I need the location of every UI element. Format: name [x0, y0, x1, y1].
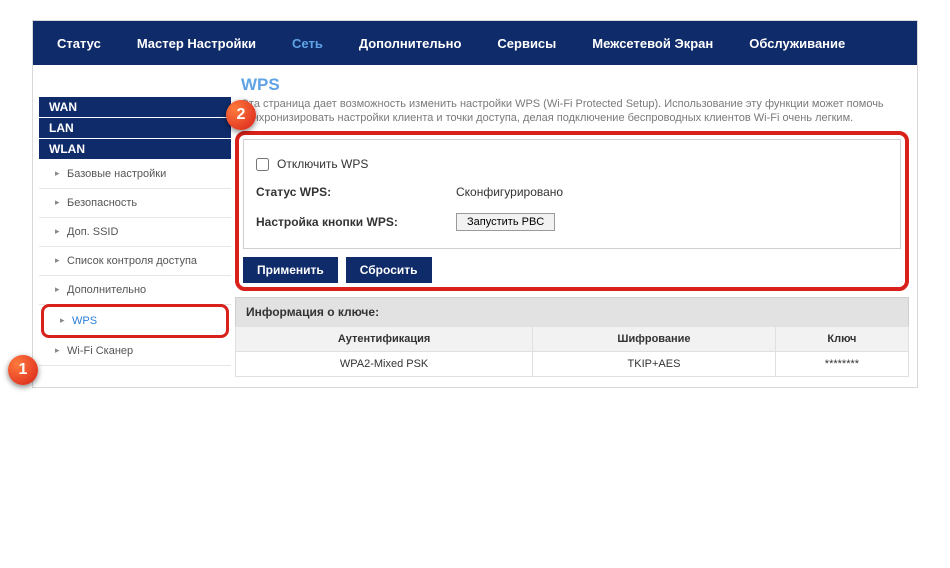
sidebar-item-advanced[interactable]: Дополнительно: [39, 276, 231, 305]
nav-status[interactable]: Статус: [39, 21, 119, 65]
table-header-row: Аутентификация Шифрование Ключ: [236, 327, 909, 352]
sidebar-item-wps[interactable]: WPS: [41, 304, 229, 338]
sidebar-item-basic[interactable]: Базовые настройки: [39, 160, 231, 189]
table-row: WPA2-Mixed PSK TKIP+AES ********: [236, 352, 909, 377]
sidebar-item-security[interactable]: Безопасность: [39, 189, 231, 218]
sidebar-header-wan[interactable]: WAN: [39, 97, 231, 117]
page-description: Эта страница дает возможность изменить н…: [241, 97, 909, 125]
cell-enc: TKIP+AES: [533, 352, 776, 377]
pbc-row: Настройка кнопки WPS: Запустить PBC: [256, 206, 888, 238]
wps-status-label: Статус WPS:: [256, 185, 456, 199]
sidebar-header-wlan[interactable]: WLAN: [39, 139, 231, 159]
cell-key: ********: [775, 352, 908, 377]
nav-firewall[interactable]: Межсетевой Экран: [574, 21, 731, 65]
nav-services[interactable]: Сервисы: [479, 21, 574, 65]
col-enc: Шифрование: [533, 327, 776, 352]
sidebar-item-ssid[interactable]: Доп. SSID: [39, 218, 231, 247]
nav-network[interactable]: Сеть: [274, 21, 341, 65]
annotation-callout-1: 1: [8, 355, 38, 385]
key-info-table: Аутентификация Шифрование Ключ WPA2-Mixe…: [235, 326, 909, 377]
disable-wps-label: Отключить WPS: [277, 157, 368, 171]
key-info-header: Информация о ключе:: [235, 297, 909, 326]
top-nav: Статус Мастер Настройки Сеть Дополнитель…: [33, 21, 917, 65]
cell-auth: WPA2-Mixed PSK: [236, 352, 533, 377]
settings-highlight-box: Отключить WPS Статус WPS: Сконфигурирова…: [235, 131, 909, 291]
sidebar-item-scanner[interactable]: Wi-Fi Сканер: [39, 337, 231, 366]
sidebar: WAN LAN WLAN Базовые настройки Безопасно…: [33, 65, 231, 366]
annotation-callout-2: 2: [226, 100, 256, 130]
sidebar-header-lan[interactable]: LAN: [39, 118, 231, 138]
sidebar-item-acl[interactable]: Список контроля доступа: [39, 247, 231, 276]
apply-button[interactable]: Применить: [243, 257, 338, 283]
page-title: WPS: [241, 75, 909, 95]
nav-wizard[interactable]: Мастер Настройки: [119, 21, 274, 65]
reset-button[interactable]: Сбросить: [346, 257, 432, 283]
nav-maintenance[interactable]: Обслуживание: [731, 21, 863, 65]
col-auth: Аутентификация: [236, 327, 533, 352]
nav-advanced[interactable]: Дополнительно: [341, 21, 480, 65]
col-key: Ключ: [775, 327, 908, 352]
main-frame: Статус Мастер Настройки Сеть Дополнитель…: [32, 20, 918, 388]
disable-wps-checkbox[interactable]: [256, 158, 269, 171]
button-bar: Применить Сбросить: [243, 257, 901, 283]
start-pbc-button[interactable]: Запустить PBC: [456, 213, 555, 231]
wps-status-value: Сконфигурировано: [456, 185, 563, 199]
disable-wps-row: Отключить WPS: [256, 150, 888, 178]
pbc-label: Настройка кнопки WPS:: [256, 215, 456, 229]
wps-settings-panel: Отключить WPS Статус WPS: Сконфигурирова…: [243, 139, 901, 249]
content-area: WPS Эта страница дает возможность измени…: [231, 65, 917, 387]
wps-status-row: Статус WPS: Сконфигурировано: [256, 178, 888, 206]
